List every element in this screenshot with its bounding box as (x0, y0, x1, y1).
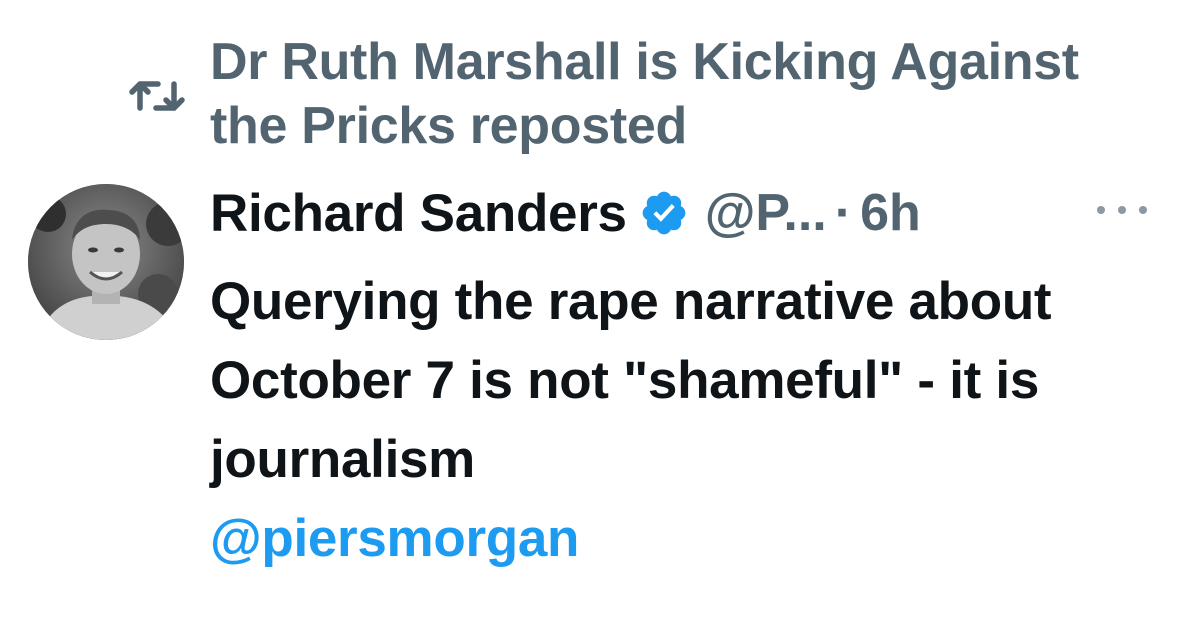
more-dot (1118, 206, 1126, 214)
more-dot (1139, 206, 1147, 214)
separator-dot: · (834, 184, 853, 242)
repost-icon (128, 74, 188, 118)
author-display-name[interactable]: Richard Sanders (210, 183, 627, 244)
tweet-header: Richard Sanders @P... · 6h (210, 178, 921, 248)
tweet-text: Querying the rape narrative about Octobe… (210, 272, 1052, 489)
mention-link[interactable]: @piersmorgan (210, 499, 1140, 578)
verified-badge-icon[interactable] (639, 188, 689, 238)
more-options-icon[interactable] (1097, 198, 1147, 222)
author-handle[interactable]: @P... (705, 183, 827, 243)
avatar[interactable] (28, 184, 184, 340)
tweet-timestamp[interactable]: 6h (860, 183, 921, 243)
more-dot (1097, 206, 1105, 214)
tweet-body: Querying the rape narrative about Octobe… (210, 262, 1140, 578)
repost-label[interactable]: Dr Ruth Marshall is Kicking Against the … (210, 30, 1110, 158)
